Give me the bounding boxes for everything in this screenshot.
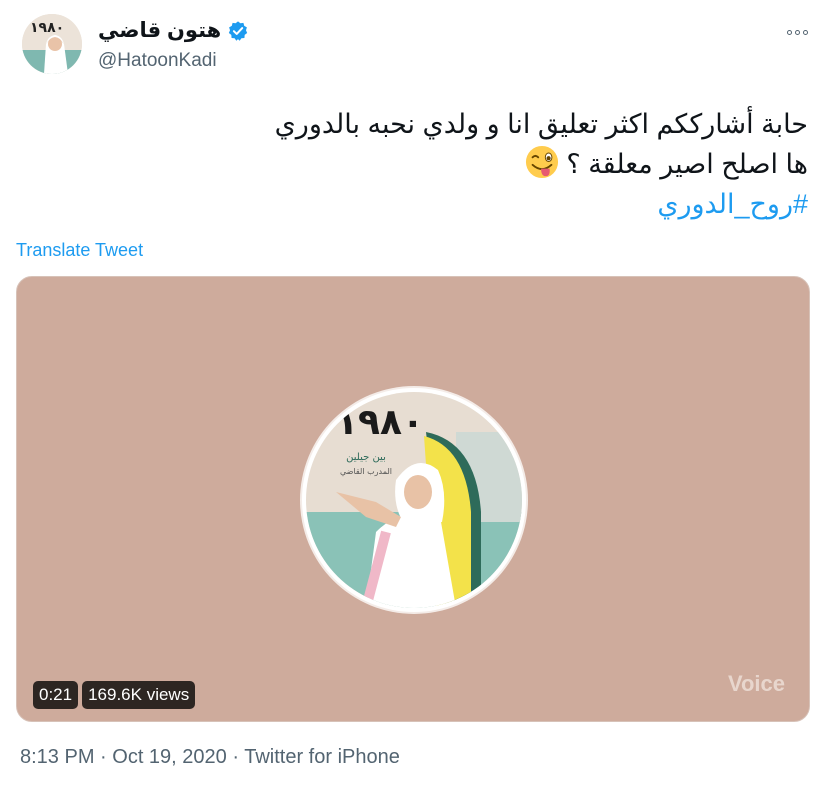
more-icon[interactable] [782,22,812,42]
verified-badge-icon [229,20,248,41]
translate-tweet-link[interactable]: Translate Tweet [16,240,143,261]
voice-label: Voice [727,671,785,696]
cover-sub2: المدرب القاضي [340,467,392,476]
tweet-line-2-text: ها اصلح اصير معلقة ؟ [566,149,808,179]
wink-tongue-emoji-icon [525,145,558,179]
avatar[interactable]: ١٩٨٠ [22,14,82,74]
duration-badge: 0:21 [33,681,79,709]
hashtag-line: #روح_الدوري [28,184,808,224]
tweet-date[interactable]: Oct 19, 2020 [112,746,227,768]
voice-cover-circle: ١٩٨٠ بين جيلين المدرب القاضي [302,388,526,612]
voice-cover-image: ١٩٨٠ بين جيلين المدرب القاضي [306,392,522,608]
tweet-time[interactable]: 8:13 PM [20,746,94,768]
display-name[interactable]: هتون قاضي [98,18,221,43]
video-badges: 0:21 169.6K views [33,681,196,709]
avatar-text: ١٩٨٠ [30,20,64,36]
views-badge: 169.6K views [82,681,196,709]
handle[interactable]: @HatoonKadi [98,50,217,72]
tweet-line-1: حابة أشارككم اكثر تعليق انا و ولدي نحبه … [274,109,808,139]
meta-separator-2: · [226,746,245,768]
tweet-source[interactable]: Twitter for iPhone [244,746,400,768]
cover-title: ١٩٨٠ [336,402,424,443]
cover-sub1: بين جيلين [346,452,386,463]
name-row: هتون قاضي [98,18,249,43]
voice-tweet-media[interactable]: ١٩٨٠ بين جيلين المدرب القاضي 0:21 169.6K… [16,276,810,722]
tweet-line-2: ها اصلح اصير معلقة ؟ [28,144,808,184]
tweet-text: حابة أشارككم اكثر تعليق انا و ولدي نحبه … [28,104,808,224]
tweet-meta: 8:13 PM · Oct 19, 2020 · Twitter for iPh… [20,746,400,769]
tweet-header: ١٩٨٠ هتون قاضي @HatoonKadi [0,0,830,90]
hashtag-link[interactable]: #روح_الدوري [657,189,808,219]
meta-separator-1: · [94,746,113,768]
